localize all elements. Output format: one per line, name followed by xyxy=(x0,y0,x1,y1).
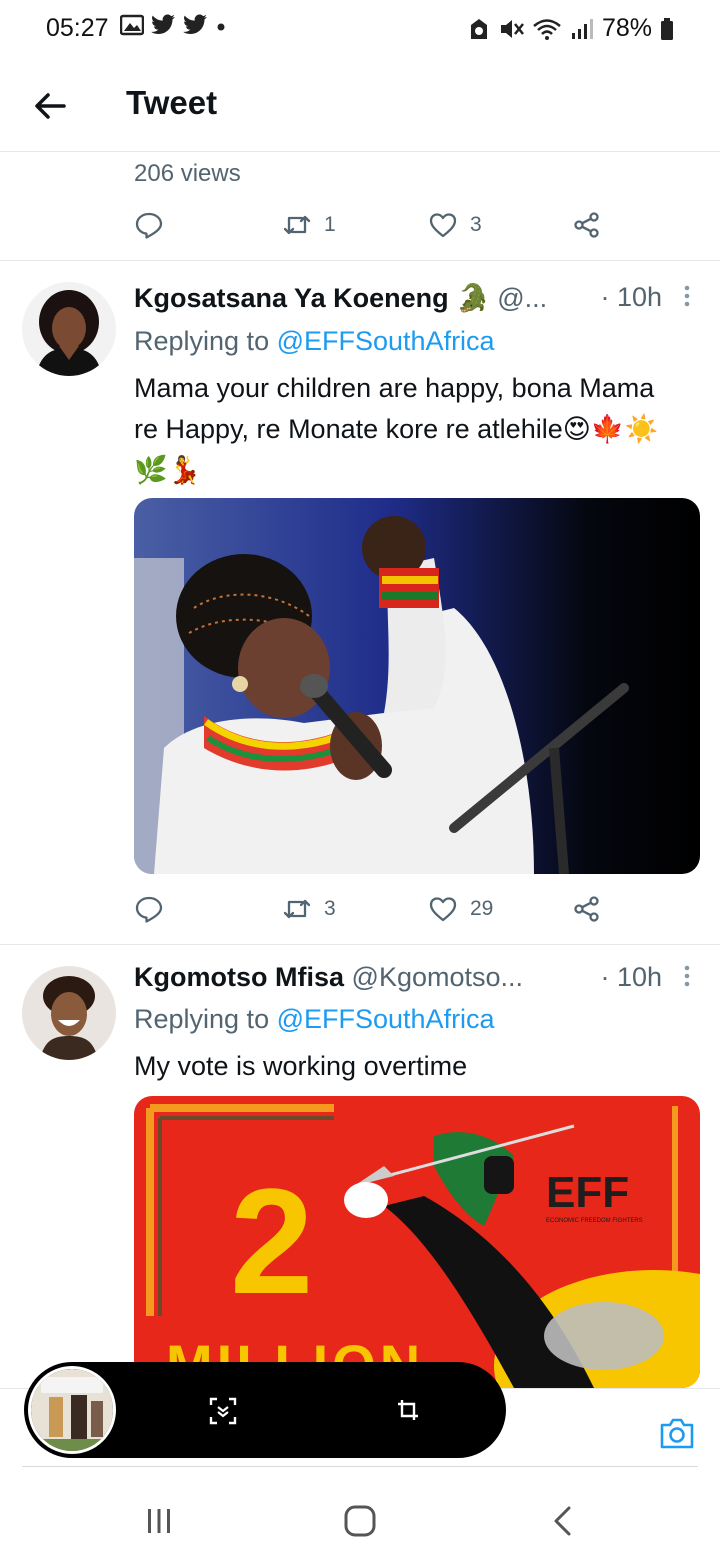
wifi-icon xyxy=(533,18,561,40)
avatar[interactable] xyxy=(22,282,116,376)
tweet-time: · 10h xyxy=(600,282,662,312)
tweet-text: Mama your children are happy, bona Mama … xyxy=(134,373,659,485)
author-name[interactable]: Kgosatsana Ya Koeneng xyxy=(134,283,449,313)
heart-icon xyxy=(429,897,457,922)
poster-brand: EFF xyxy=(546,1168,630,1217)
like-button[interactable]: 29 xyxy=(428,884,493,934)
share-button[interactable] xyxy=(572,884,602,934)
retweet-button[interactable]: 1 xyxy=(282,200,336,250)
crocodile-emoji: 🐊 xyxy=(456,283,490,313)
replying-to-link[interactable]: @EFFSouthAfrica xyxy=(277,326,495,356)
back-icon[interactable] xyxy=(550,1504,574,1538)
battery-icon xyxy=(661,17,673,40)
status-time: 05:27 xyxy=(46,14,109,42)
twitter-icon xyxy=(151,14,175,34)
retweet-count: 1 xyxy=(324,213,336,236)
view-count: 206 views xyxy=(134,160,241,187)
twitter-icon xyxy=(183,14,207,34)
alarm-icon xyxy=(470,18,487,39)
tweet-text: My vote is working overtime xyxy=(134,1051,468,1081)
more-options-icon[interactable] xyxy=(682,964,692,988)
battery-percent: 78% xyxy=(601,14,652,42)
reply-icon xyxy=(135,896,163,923)
mute-icon xyxy=(500,19,524,38)
replying-to: Replying to @EFFSouthAfrica xyxy=(134,326,495,356)
crop-icon[interactable] xyxy=(396,1398,420,1422)
more-options-icon[interactable] xyxy=(682,284,692,308)
reply-button[interactable] xyxy=(134,884,164,934)
reply-button[interactable] xyxy=(134,200,164,250)
retweet-icon xyxy=(283,899,311,919)
divider xyxy=(0,260,720,261)
retweet-icon xyxy=(283,215,311,235)
top-app-bar: Tweet xyxy=(0,60,720,152)
recents-icon[interactable] xyxy=(144,1506,174,1536)
like-count: 29 xyxy=(470,897,494,920)
status-bar: 05:27 78% xyxy=(0,0,720,60)
replying-to-link[interactable]: @EFFSouthAfrica xyxy=(277,1004,495,1034)
avatar[interactable] xyxy=(22,966,116,1060)
author-name[interactable]: Kgomotso Mfisa xyxy=(134,962,344,992)
share-icon xyxy=(574,896,599,922)
share-icon xyxy=(574,212,599,238)
retweet-count: 3 xyxy=(324,897,336,920)
like-button[interactable]: 3 xyxy=(428,200,482,250)
back-arrow-icon[interactable] xyxy=(30,86,70,126)
divider xyxy=(0,944,720,945)
camera-icon[interactable] xyxy=(658,1414,696,1452)
like-count: 3 xyxy=(470,213,482,236)
main-tweet-actions: 1 3 xyxy=(0,200,720,250)
share-button[interactable] xyxy=(572,200,602,250)
screenshot-toolbar xyxy=(24,1362,506,1458)
compose-underline xyxy=(22,1466,698,1467)
dot-icon xyxy=(217,23,225,31)
retweet-button[interactable]: 3 xyxy=(282,884,336,934)
page-title: Tweet xyxy=(126,84,218,121)
author-handle[interactable]: @... xyxy=(497,283,547,313)
scroll-capture-icon[interactable] xyxy=(208,1396,238,1426)
tweet-photo[interactable]: 2 MILLION EFF ECONOMIC FREEDOM FIGHTERS xyxy=(134,1096,700,1388)
replying-to: Replying to @EFFSouthAfrica xyxy=(134,1004,495,1034)
author-handle[interactable]: @Kgomotso... xyxy=(352,962,523,992)
tweet-photo[interactable] xyxy=(134,498,700,874)
reply-icon xyxy=(135,212,163,239)
poster-brand-sub: ECONOMIC FREEDOM FIGHTERS xyxy=(546,1218,643,1224)
heart-icon xyxy=(429,213,457,238)
tweet-actions: 3 29 xyxy=(0,884,720,934)
tweet-time: · 10h xyxy=(600,962,662,992)
home-icon[interactable] xyxy=(343,1504,377,1538)
poster-number: 2 xyxy=(230,1157,314,1325)
gallery-icon xyxy=(120,14,144,36)
signal-icon xyxy=(571,18,593,39)
screenshot-thumbnail[interactable] xyxy=(28,1366,116,1454)
system-navigation-bar xyxy=(0,1480,720,1560)
